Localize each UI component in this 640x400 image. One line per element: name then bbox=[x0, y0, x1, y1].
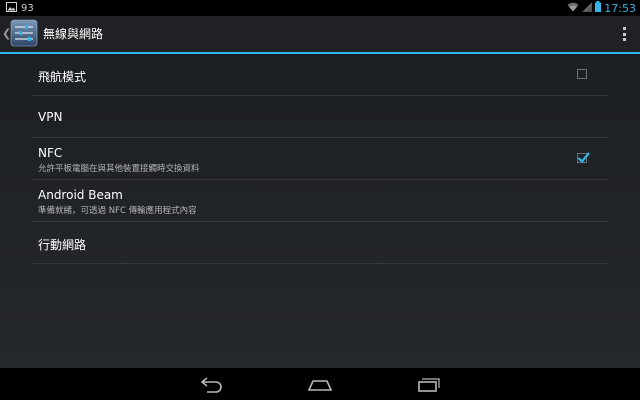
setting-row-android-beam[interactable]: Android Beam 準備就緒，可透過 NFC 傳輸應用程式內容 bbox=[32, 180, 608, 222]
status-bar: 93 17:53 bbox=[0, 0, 640, 16]
overflow-menu-icon[interactable] bbox=[622, 27, 626, 41]
status-left: 93 bbox=[6, 2, 34, 15]
settings-list: 飛航模式 VPN NFC 允許平板電腦在與其他裝置接觸時交換資料 Android… bbox=[32, 54, 608, 264]
nfc-checkbox[interactable] bbox=[577, 152, 590, 164]
checkmark-icon bbox=[577, 152, 590, 164]
setting-row-mobile-network[interactable]: 行動網路 bbox=[32, 222, 608, 264]
image-notification-icon bbox=[6, 2, 17, 15]
setting-row-airplane-mode[interactable]: 飛航模式 bbox=[32, 54, 608, 96]
action-bar: ❮ 無線與網路 bbox=[0, 16, 640, 54]
setting-title: 行動網路 bbox=[38, 238, 87, 252]
status-right: 17:53 bbox=[567, 1, 636, 15]
setting-row-nfc[interactable]: NFC 允許平板電腦在與其他裝置接觸時交換資料 bbox=[32, 138, 608, 180]
home-icon[interactable] bbox=[307, 375, 333, 393]
overflow-dot bbox=[622, 32, 626, 36]
action-bar-title: 無線與網路 bbox=[43, 27, 104, 41]
setting-title: Android Beam bbox=[38, 188, 123, 202]
battery-icon bbox=[595, 1, 602, 15]
overflow-dot bbox=[622, 27, 626, 30]
airplane-mode-checkbox[interactable] bbox=[577, 69, 587, 79]
screen: 93 17:53 ❮ 無線與網路 飛航模式 VPN NFC 允許平板電腦在與其他… bbox=[0, 0, 640, 400]
setting-summary: 允許平板電腦在與其他裝置接觸時交換資料 bbox=[38, 164, 200, 174]
wifi-icon bbox=[567, 2, 579, 15]
setting-title: 飛航模式 bbox=[38, 70, 87, 84]
notification-count: 93 bbox=[21, 3, 34, 14]
setting-summary: 準備就緒，可透過 NFC 傳輸應用程式內容 bbox=[38, 206, 197, 216]
setting-row-vpn[interactable]: VPN bbox=[32, 96, 608, 138]
signal-icon bbox=[582, 1, 593, 15]
setting-title: VPN bbox=[38, 110, 63, 124]
overflow-dot bbox=[622, 38, 626, 41]
navigation-bar bbox=[0, 368, 640, 400]
status-time: 17:53 bbox=[604, 1, 636, 15]
settings-sliders-icon[interactable] bbox=[10, 19, 38, 47]
setting-title: NFC bbox=[38, 146, 63, 160]
recents-icon[interactable] bbox=[416, 375, 442, 393]
back-icon[interactable] bbox=[199, 375, 225, 393]
